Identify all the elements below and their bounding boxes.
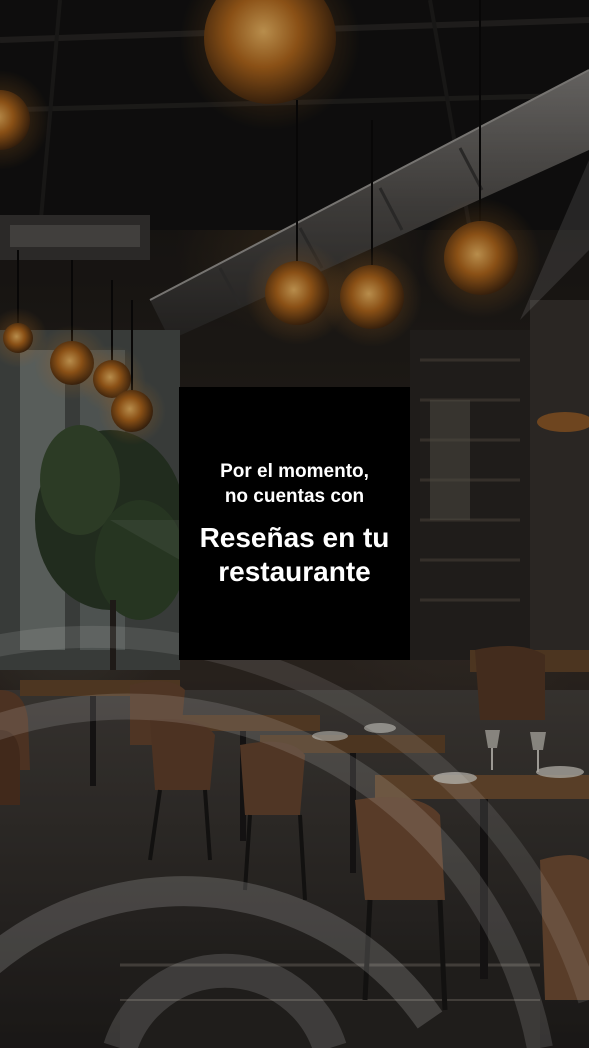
notice-title-line-1: Reseñas en tu (199, 521, 390, 553)
empty-reviews-screen: Por el momento, no cuentas con Reseñas e… (0, 0, 589, 1048)
notice-intro-line-1: Por el momento, (220, 460, 369, 482)
notice-title-line-2: restaurante (218, 555, 371, 587)
no-reviews-card: Por el momento, no cuentas con Reseñas e… (179, 387, 410, 660)
notice-title: Reseñas en tu restaurante (185, 521, 405, 589)
notice-intro-text: Por el momento, no cuentas con (195, 459, 395, 509)
notice-intro-line-2: no cuentas con (224, 485, 365, 507)
